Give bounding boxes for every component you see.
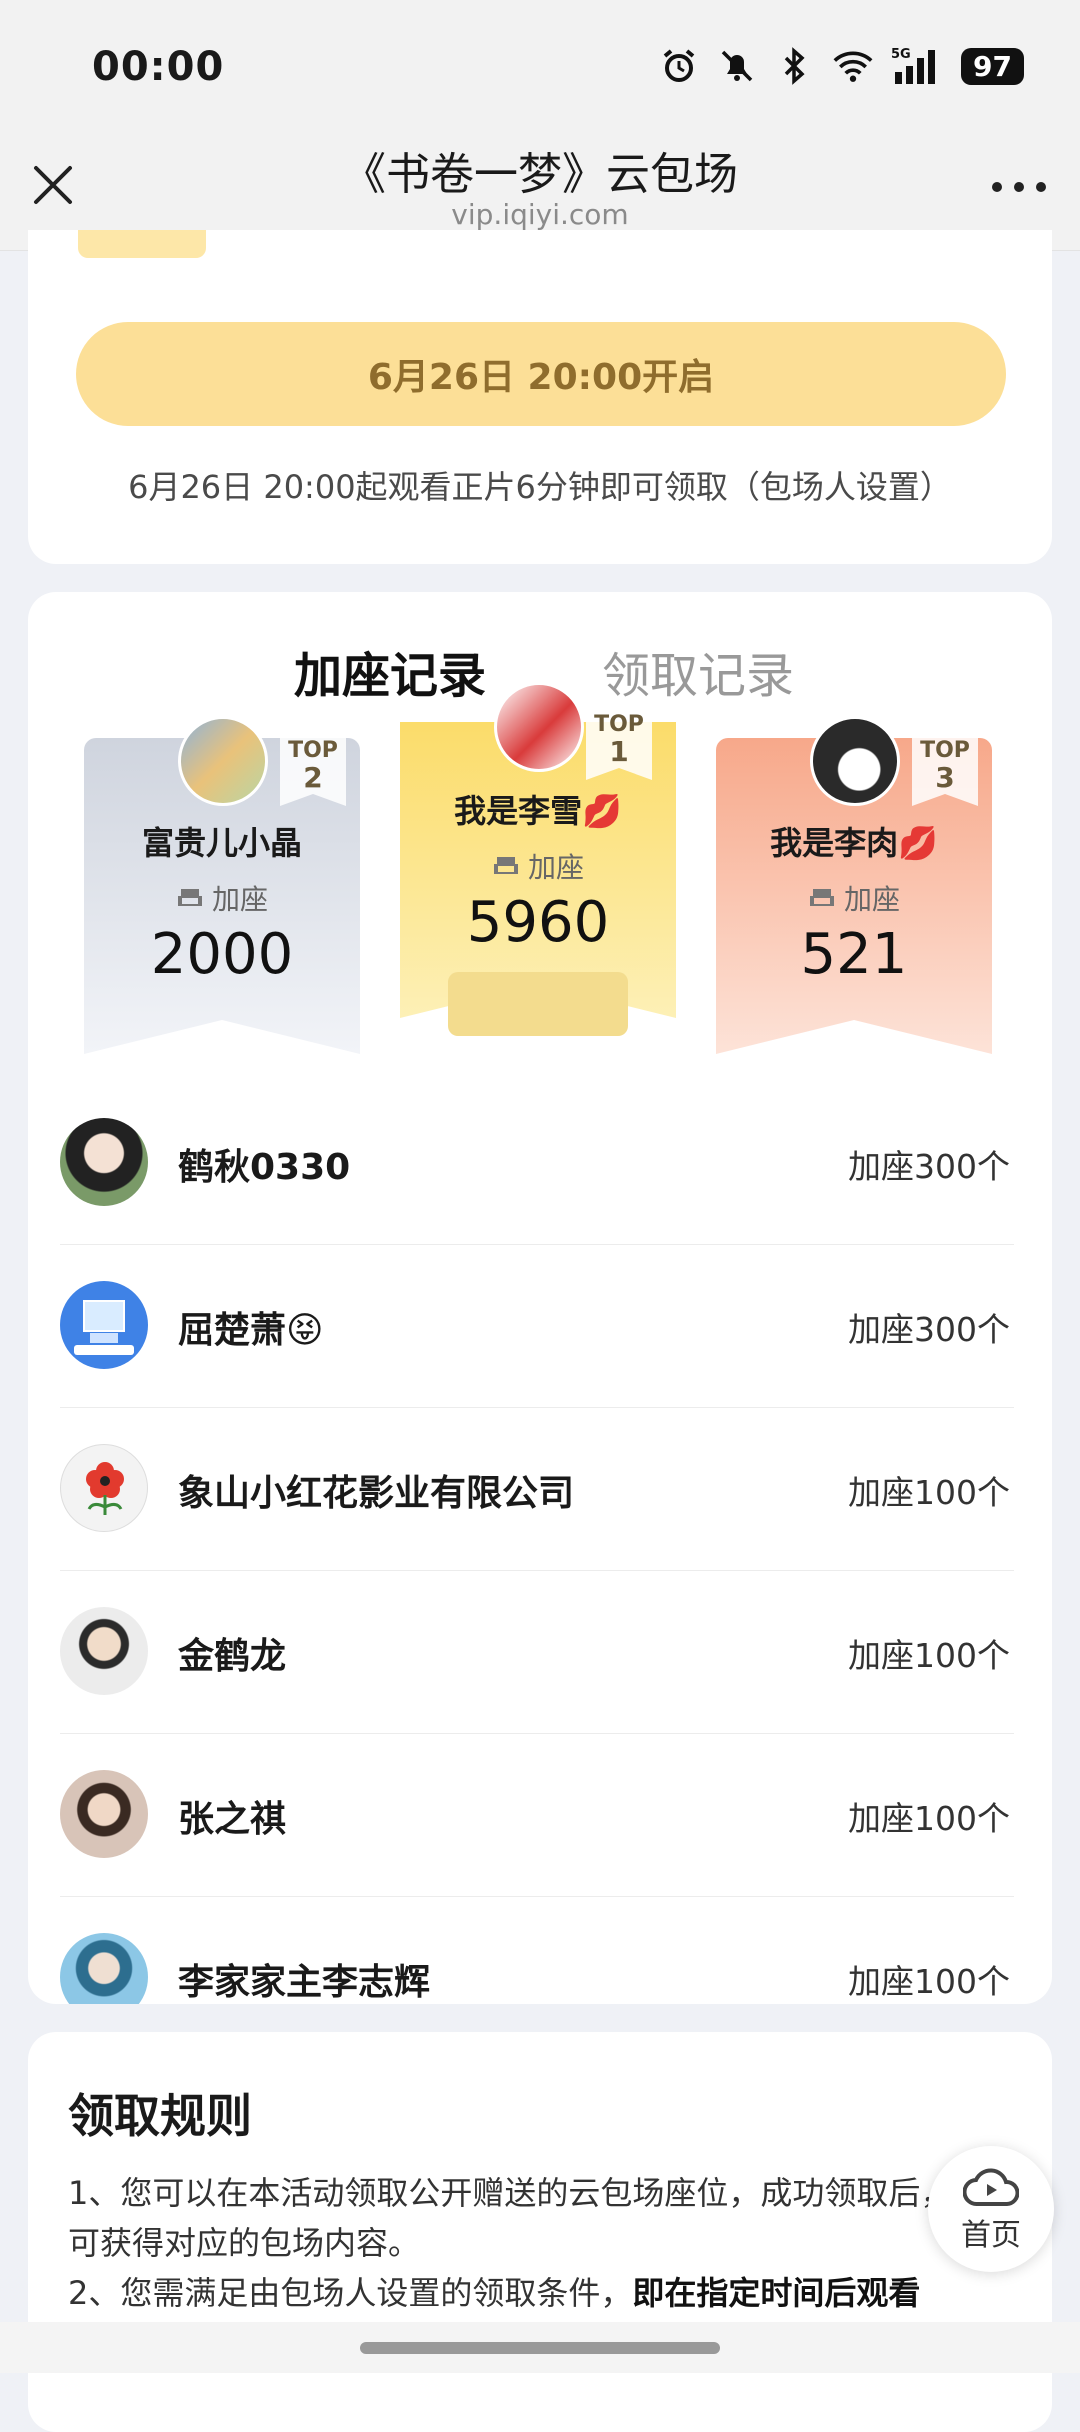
seat-icon bbox=[177, 889, 202, 906]
avatar bbox=[60, 1444, 148, 1532]
battery-indicator: 97 bbox=[961, 47, 1024, 85]
list-item[interactable]: 鹤秋0330 加座300个 bbox=[60, 1082, 1014, 1245]
user-name: 张之祺 bbox=[178, 1799, 287, 1840]
status-time: 00:00 bbox=[92, 44, 225, 90]
avatar bbox=[178, 716, 268, 806]
bell-muted-icon bbox=[717, 46, 757, 86]
rank-number: 1 bbox=[609, 735, 629, 768]
podium-count: 5960 bbox=[466, 890, 610, 955]
podium-seat-label: 加座 bbox=[716, 878, 992, 918]
claim-condition-note: 6月26日 20:00起观看正片6分钟即可领取（包场人设置） bbox=[128, 468, 952, 506]
list-item[interactable]: 金鹤龙 加座100个 bbox=[60, 1571, 1014, 1734]
page-domain: vip.iqiyi.com bbox=[451, 198, 629, 231]
rule-line-2: 2、您需满足由包场人设置的领取条件，即在指定时间后观看 bbox=[68, 2274, 921, 2312]
avatar bbox=[60, 1770, 148, 1858]
seat-count: 加座300个 bbox=[848, 1310, 1010, 1349]
podium-name: 我是李肉💋 bbox=[770, 824, 938, 862]
user-name: 金鹤龙 bbox=[178, 1636, 287, 1677]
alarm-icon bbox=[659, 46, 699, 86]
podium-count: 521 bbox=[800, 922, 908, 987]
avatar bbox=[60, 1607, 148, 1695]
podium-seat-label: 加座 bbox=[84, 878, 360, 918]
rank-badge: TOP 3 bbox=[912, 732, 978, 806]
podium-seat-label: 加座 bbox=[400, 846, 676, 886]
rules-title: 领取规则 bbox=[68, 2089, 252, 2143]
list-item[interactable]: 李家家主李志辉 加座100个 bbox=[60, 1897, 1014, 2004]
podium-top3: TOP 3 我是李肉💋 加座 521 bbox=[716, 716, 992, 1058]
avatar bbox=[60, 1933, 148, 2004]
wifi-icon bbox=[833, 46, 873, 86]
user-name: 李家家主李志辉 bbox=[178, 1962, 431, 2003]
rank-top-label: TOP bbox=[920, 738, 970, 763]
rank-number: 2 bbox=[303, 761, 323, 794]
home-indicator[interactable] bbox=[360, 2342, 720, 2354]
page-title: 《书卷一梦》云包场 bbox=[342, 149, 738, 200]
avatar bbox=[810, 716, 900, 806]
avatar bbox=[494, 682, 584, 772]
avatar bbox=[60, 1118, 148, 1206]
signal-icon: 5G bbox=[891, 46, 943, 86]
user-name: 鹤秋0330 bbox=[178, 1147, 351, 1188]
rank-badge: TOP 1 bbox=[586, 706, 652, 780]
records-card: 加座记录 领取记录 TOP 2 富贵儿小晶 加座 2000 TOP 1 我是李雪… bbox=[28, 592, 1052, 2004]
rule-line-1: 1、您可以在本活动领取公开赠送的云包场座位，成功领取后，可获得对应的包场内容。 bbox=[68, 2174, 953, 2262]
activity-card: 6月26日 20:00开启 6月26日 20:00起观看正片6分钟即可领取（包场… bbox=[28, 230, 1052, 564]
status-bar: 00:00 5G 97 bbox=[0, 0, 1080, 130]
seat-count: 加座100个 bbox=[848, 1962, 1010, 2001]
more-icon[interactable] bbox=[992, 182, 1046, 192]
seat-count: 加座100个 bbox=[848, 1636, 1010, 1675]
seat-count: 加座100个 bbox=[848, 1799, 1010, 1838]
decorative-sliver bbox=[78, 230, 206, 258]
rank-badge: TOP 2 bbox=[280, 732, 346, 806]
tab-seat-records[interactable]: 加座记录 bbox=[294, 636, 486, 706]
avatar bbox=[60, 1281, 148, 1369]
podium-name: 我是李雪💋 bbox=[454, 792, 622, 830]
home-label: 首页 bbox=[961, 2218, 1021, 2253]
cloud-play-icon bbox=[963, 2168, 1019, 2206]
podium-top1: TOP 1 我是李雪💋 加座 5960 bbox=[400, 682, 676, 1042]
seat-icon bbox=[493, 857, 518, 874]
user-name: 象山小红花影业有限公司 bbox=[178, 1473, 575, 1514]
status-icons: 5G 97 bbox=[659, 46, 1024, 86]
podium-top2: TOP 2 富贵儿小晶 加座 2000 bbox=[84, 716, 360, 1058]
user-name: 屈楚萧😝 bbox=[178, 1310, 324, 1351]
list-item[interactable]: 屈楚萧😝 加座300个 bbox=[60, 1245, 1014, 1408]
seat-count: 加座300个 bbox=[848, 1147, 1010, 1186]
seat-count: 加座100个 bbox=[848, 1473, 1010, 1512]
podium-count: 2000 bbox=[150, 922, 294, 987]
seat-icon bbox=[809, 889, 834, 906]
tab-claim-records[interactable]: 领取记录 bbox=[602, 636, 794, 706]
list-item[interactable]: 象山小红花影业有限公司 加座100个 bbox=[60, 1408, 1014, 1571]
network-label: 5G bbox=[891, 47, 911, 62]
list-item[interactable]: 张之祺 加座100个 bbox=[60, 1734, 1014, 1897]
rules-text: 1、您可以在本活动领取公开赠送的云包场座位，成功领取后，可获得对应的包场内容。 … bbox=[68, 2168, 968, 2318]
rank-top-label: TOP bbox=[594, 712, 644, 737]
rank-top-label: TOP bbox=[288, 738, 338, 763]
podium-name: 富贵儿小晶 bbox=[141, 824, 302, 862]
bluetooth-icon bbox=[775, 46, 815, 86]
open-time-button[interactable]: 6月26日 20:00开启 bbox=[76, 322, 1006, 426]
seat-record-list: 鹤秋0330 加座300个 屈楚萧😝 加座300个 象山小红花影业有限公司 加座… bbox=[60, 1082, 1014, 2004]
home-button[interactable]: 首页 bbox=[928, 2146, 1054, 2272]
rank-number: 3 bbox=[935, 761, 955, 794]
